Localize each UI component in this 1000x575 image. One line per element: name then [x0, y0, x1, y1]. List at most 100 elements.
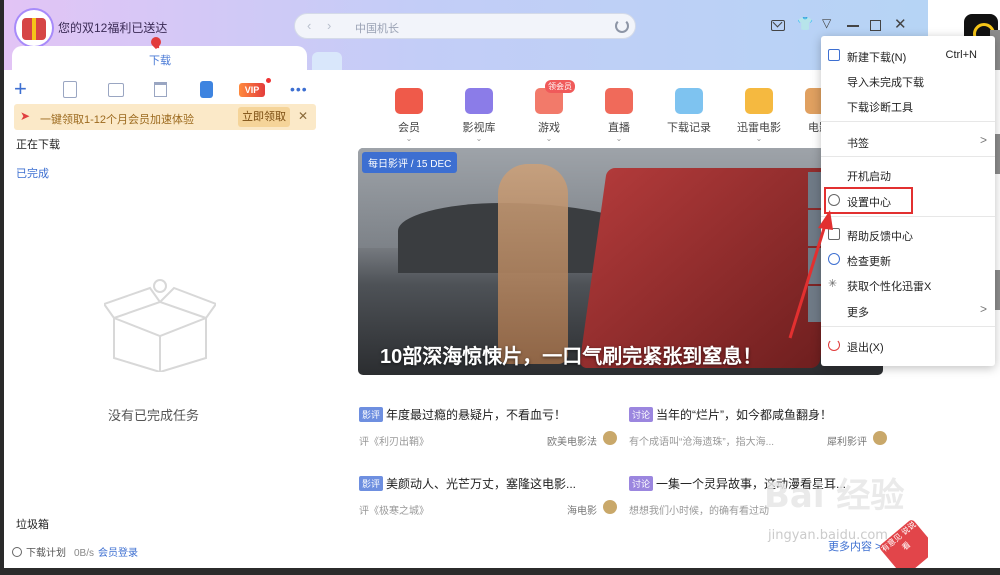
new-download-icon [828, 49, 840, 61]
taskbar-edge [0, 568, 1000, 575]
chevron-down-icon: ⌄ [755, 134, 763, 143]
nav-downloading[interactable]: 正在下载 [16, 136, 60, 152]
menu-item-new-download[interactable]: 新建下载(N) Ctrl+N [821, 44, 995, 66]
vip-badge[interactable]: VIP [239, 83, 265, 97]
skin-icon[interactable]: 👕 [797, 16, 813, 31]
tab-download-label: 下载 [149, 55, 171, 67]
empty-state-text: 没有已完成任务 [108, 408, 200, 423]
update-icon [828, 253, 840, 265]
hero-title[interactable]: 10部深海惊悚片，一口气刷完紧张到窒息！ [380, 340, 762, 369]
menu-item-exit[interactable]: 退出(X) [821, 334, 995, 356]
menu-item-personalize[interactable]: ✳ 获取个性化迅雷X [821, 273, 995, 295]
baidu-watermark-url: jingyan.baidu.com [768, 528, 888, 543]
menu-divider [821, 326, 995, 327]
folder-icon[interactable] [108, 83, 124, 97]
menu-item-more[interactable]: 更多 > [821, 299, 995, 321]
chevron-right-icon: > [979, 133, 987, 147]
category-film-library[interactable]: 影视库 ⌄ [451, 88, 507, 143]
menu-item-import[interactable]: 导入未完成下载 [821, 69, 995, 91]
nav-completed[interactable]: 已完成 [16, 165, 49, 181]
forward-icon[interactable]: › [327, 18, 331, 33]
chevron-down-icon: ⌄ [475, 134, 483, 143]
menu-item-label: 书签 [847, 138, 869, 150]
news-sub: 有个成语叫“沧海遗珠”，指大海... [629, 437, 774, 448]
category-label: 下载记录 [667, 122, 711, 134]
member-login-link[interactable]: 会员登录 [98, 548, 138, 559]
avatar [603, 500, 617, 514]
address-bar[interactable]: ‹ › 中国机长 [294, 13, 636, 39]
refresh-icon[interactable] [615, 19, 629, 33]
menu-divider [821, 121, 995, 122]
hero-figure [498, 164, 568, 364]
news-tag: 影评 [359, 407, 384, 422]
trash-icon[interactable] [154, 82, 167, 97]
menu-item-label: 下载诊断工具 [847, 102, 913, 114]
bird-icon [745, 88, 773, 114]
menu-item-label: 帮助反馈中心 [847, 231, 913, 243]
nav-trash[interactable]: 垃圾箱 [16, 516, 49, 532]
menu-item-shortcut: Ctrl+N [945, 49, 977, 61]
download-toolbar: + VIP ••• [14, 78, 314, 100]
category-thunder-movie[interactable]: 迅雷电影 ⌄ [731, 88, 787, 143]
chevron-down-icon: ⌄ [545, 134, 553, 143]
category-games[interactable]: 领会员 游戏 ⌄ [521, 80, 577, 143]
tv-icon [605, 88, 633, 114]
news-sub: 评《极寒之城》 [359, 506, 429, 517]
menu-item-bookmarks[interactable]: 书签 > [821, 130, 995, 152]
baidu-watermark: Bai 经验 [764, 476, 905, 516]
avatar[interactable] [16, 10, 52, 46]
chevron-down-icon: ⌄ [405, 134, 413, 143]
news-item[interactable]: 讨论 当年的“烂片”，如今都咸鱼翻身！ 有个成语叫“沧海遗珠”，指大海... 犀利影… [629, 406, 895, 448]
news-source: 欧美电影法 [547, 437, 597, 448]
menu-icon[interactable]: ▽ [822, 16, 836, 30]
menu-divider [821, 216, 995, 217]
back-icon[interactable]: ‹ [307, 18, 311, 33]
menu-item-help[interactable]: 帮助反馈中心 [821, 223, 995, 245]
gift-icon [22, 18, 46, 40]
promo-title[interactable]: 您的双12福利已送达 [58, 19, 167, 36]
news-item[interactable]: 影评 美颜动人、光芒万丈，塞隆这电影... 评《极寒之城》 海电影 [359, 475, 625, 517]
file-icon[interactable] [63, 81, 77, 98]
download-plan-link[interactable]: 下载计划 [26, 548, 66, 559]
category-label: 迅雷电影 [737, 122, 781, 134]
category-live[interactable]: 直播 ⌄ [591, 88, 647, 143]
news-source: 犀利影评 [827, 437, 867, 448]
news-tag: 影评 [359, 476, 384, 491]
settings-highlight-box [824, 187, 913, 214]
menu-item-label: 开机启动 [847, 171, 891, 183]
news-headline[interactable]: 美颜动人、光芒万丈，塞隆这电影... [386, 477, 576, 491]
category-member[interactable]: 会员 ⌄ [381, 88, 437, 143]
film-icon [465, 88, 493, 114]
address-text[interactable]: 中国机长 [355, 20, 399, 36]
chevron-right-icon: > [979, 302, 987, 316]
hero-banner[interactable]: 每日影评 / 15 DEC 10部深海惊悚片，一口气刷完紧张到窒息！ [358, 148, 883, 375]
news-item[interactable]: 影评 年度最过瘾的悬疑片，不看血亏！ 评《利刃出鞘》 欧美电影法 [359, 406, 625, 448]
tab-browser[interactable] [312, 52, 342, 70]
avatar [603, 431, 617, 445]
news-headline[interactable]: 当年的“烂片”，如今都咸鱼翻身！ [656, 408, 832, 422]
banner-close-icon[interactable]: ✕ [298, 109, 308, 123]
banner-text: 一键领取1-12个月会员加速体验 [40, 114, 195, 126]
close-icon[interactable]: ✕ [894, 15, 908, 33]
category-download-history[interactable]: 下载记录 [661, 88, 717, 135]
news-headline[interactable]: 年度最过瘾的悬疑片，不看血亏！ [386, 408, 566, 422]
menu-item-label: 新建下载(N) [847, 52, 907, 64]
minimize-icon[interactable] [847, 25, 859, 27]
feedback-corner-badge[interactable]: 有意见 说说看 [878, 518, 928, 568]
tab-download[interactable]: 下载 [12, 46, 307, 72]
chat-icon [828, 228, 840, 240]
menu-item-check-update[interactable]: 检查更新 [821, 248, 995, 270]
maximize-icon[interactable] [870, 20, 881, 31]
empty-box-icon [104, 279, 216, 372]
mail-icon[interactable] [771, 20, 785, 31]
menu-item-autostart[interactable]: 开机启动 [821, 163, 995, 185]
phone-icon[interactable] [200, 81, 213, 98]
speed-readout: 0B/s [74, 548, 95, 559]
more-icon[interactable]: ••• [290, 78, 308, 100]
menu-item-label: 退出(X) [847, 342, 884, 354]
news-sub: 想想我们小时候，的确有看过动 [629, 506, 769, 517]
add-icon[interactable]: + [14, 78, 27, 100]
menu-item-diagnostics[interactable]: 下载诊断工具 [821, 94, 995, 116]
cloud-icon [675, 88, 703, 114]
claim-button[interactable]: 立即领取 [238, 107, 290, 127]
